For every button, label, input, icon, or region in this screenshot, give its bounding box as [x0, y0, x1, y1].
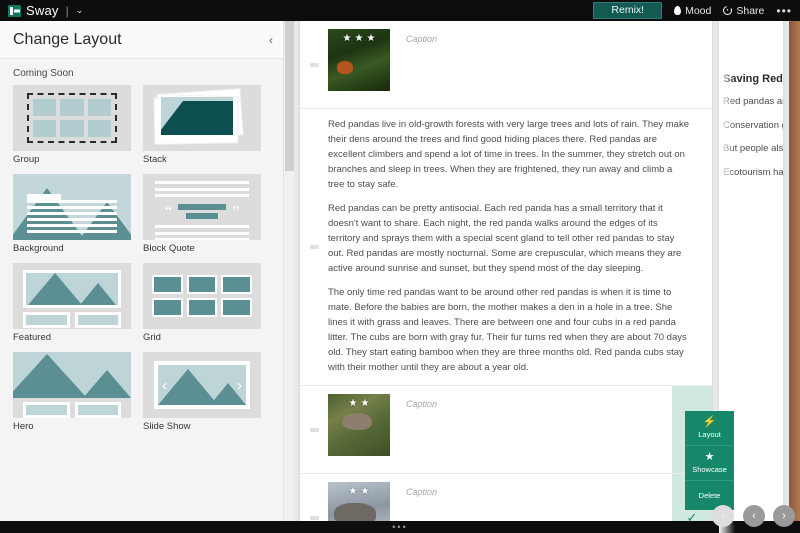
nav-ghost-button: ‹: [712, 505, 734, 527]
coming-soon-label: Coming Soon: [13, 68, 271, 79]
canvas-right-edge-band: [789, 21, 800, 533]
image-thumbnail[interactable]: ★★: [328, 394, 390, 456]
overflow-menu-icon[interactable]: •••: [776, 4, 792, 18]
layout-label: Block Quote: [143, 243, 261, 254]
context-menu-label: Layout: [687, 430, 732, 439]
prev-page-button[interactable]: ‹: [743, 505, 765, 527]
layout-label: Group: [13, 154, 131, 165]
emphasis-stars[interactable]: ★★★: [343, 34, 376, 44]
bottom-dots: •••: [392, 522, 407, 532]
layout-label: Grid: [143, 332, 261, 343]
panel-body: Coming Soon Group: [0, 59, 283, 432]
layout-option-stack[interactable]: Stack: [143, 85, 261, 165]
layout-option-group[interactable]: Group: [13, 85, 131, 165]
top-actions: Remix! Mood Share •••: [593, 0, 800, 21]
layout-thumbnail-grid: Group Stack: [13, 85, 271, 432]
caption-placeholder[interactable]: Caption: [406, 394, 437, 409]
share-icon: [723, 6, 732, 15]
layout-option-slide-show[interactable]: ‹ › Slide Show: [143, 352, 261, 432]
droplet-icon: [674, 6, 681, 15]
layout-option-block-quote[interactable]: “ ” Block Quote: [143, 174, 261, 254]
next-page-button[interactable]: ›: [773, 505, 795, 527]
paragraph[interactable]: Red pandas can be pretty antisocial. Eac…: [328, 201, 690, 276]
image-thumbnail[interactable]: ★★★: [328, 29, 390, 91]
layout-label: Hero: [13, 421, 131, 432]
layout-label: Featured: [13, 332, 131, 343]
drag-handle[interactable]: [310, 63, 319, 67]
lightning-icon: ⚡: [687, 417, 732, 428]
page-navigation: ‹ ›: [743, 505, 795, 527]
stack-thumbnail-icon: [143, 85, 261, 151]
scrollbar-thumb[interactable]: [285, 21, 294, 171]
brand-name: Sway: [26, 3, 59, 18]
card-context-menu: ⚡ Layout ★ Showcase Delete: [685, 411, 734, 510]
slide-next-icon: ›: [233, 378, 246, 393]
brand-separator: |: [64, 4, 71, 18]
page-title: Change Layout: [13, 31, 122, 49]
context-menu-item-showcase[interactable]: ★ Showcase: [685, 446, 734, 481]
layout-option-grid[interactable]: Grid: [143, 263, 261, 343]
paragraph[interactable]: The only time red pandas want to be arou…: [328, 285, 690, 375]
context-menu-label: Delete: [687, 491, 732, 500]
sway-app-window: Sway | ⌄ Remix! Mood Share ••• Change La…: [0, 0, 800, 533]
mood-button[interactable]: Mood: [674, 5, 711, 17]
background-thumbnail-icon: [13, 174, 131, 240]
featured-thumbnail-icon: [13, 263, 131, 329]
change-layout-panel: Change Layout ‹ Coming Soon Group: [0, 21, 283, 533]
caption-placeholder[interactable]: Caption: [406, 29, 437, 44]
star-icon: ★: [687, 452, 732, 463]
caption-placeholder[interactable]: Caption: [406, 482, 437, 497]
sway-logo-icon: [8, 5, 21, 17]
card-text-habits[interactable]: Red pandas live in old-growth forests wi…: [300, 109, 712, 386]
context-menu-item-layout[interactable]: ⚡ Layout: [685, 411, 734, 446]
slide-show-thumbnail-icon: ‹ ›: [143, 352, 261, 418]
chevron-down-icon[interactable]: ⌄: [76, 5, 84, 16]
storyline-page: ★★★ Caption Red pandas live in old-growt…: [300, 21, 712, 533]
layout-option-background[interactable]: Background: [13, 174, 131, 254]
context-menu-label: Showcase: [687, 465, 732, 474]
paragraph[interactable]: Red pandas live in old-growth forests wi…: [328, 117, 690, 192]
block-quote-thumbnail-icon: “ ”: [143, 174, 261, 240]
grid-thumbnail-icon: [143, 263, 261, 329]
layout-label: Stack: [143, 154, 261, 165]
drag-handle[interactable]: [310, 516, 319, 520]
storyline-canvas: ★★★ Caption Red pandas live in old-growt…: [294, 21, 800, 533]
remix-button[interactable]: Remix!: [593, 2, 662, 20]
collapse-panel-icon[interactable]: ‹: [269, 33, 273, 47]
top-app-bar: Sway | ⌄ Remix! Mood Share •••: [0, 0, 800, 21]
card-media-marten[interactable]: ★★ Caption ✓: [300, 386, 712, 474]
layout-label: Background: [13, 243, 131, 254]
drag-handle[interactable]: [310, 245, 319, 249]
emphasis-stars[interactable]: ★★: [349, 487, 370, 497]
mood-label: Mood: [685, 5, 711, 17]
card-media-forest[interactable]: ★★★ Caption: [300, 21, 712, 109]
hero-thumbnail-icon: [13, 352, 131, 418]
panel-scrollbar[interactable]: [283, 21, 294, 533]
layout-option-featured[interactable]: Featured: [13, 263, 131, 343]
bottom-chrome-bar: •••: [0, 521, 800, 533]
share-button[interactable]: Share: [723, 5, 764, 17]
emphasis-stars[interactable]: ★★: [349, 399, 370, 409]
group-thumbnail-icon: [13, 85, 131, 151]
panel-header: Change Layout ‹: [0, 21, 283, 59]
drag-handle[interactable]: [310, 428, 319, 432]
layout-option-hero[interactable]: Hero: [13, 352, 131, 432]
layout-label: Slide Show: [143, 421, 261, 432]
brand-group[interactable]: Sway | ⌄: [0, 3, 83, 18]
slide-prev-icon: ‹: [158, 378, 171, 393]
share-label: Share: [736, 5, 764, 17]
